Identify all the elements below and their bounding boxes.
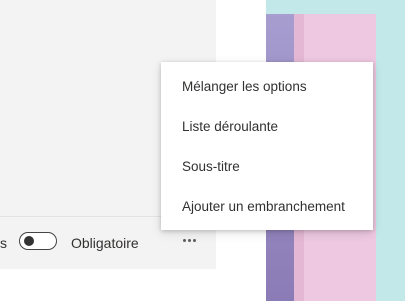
- more-options-menu: Mélanger les options Liste déroulante So…: [161, 62, 373, 230]
- ellipsis-icon: [176, 230, 202, 250]
- menu-item-dropdown-list[interactable]: Liste déroulante: [161, 107, 373, 147]
- required-toggle[interactable]: [19, 232, 57, 250]
- menu-item-add-branching[interactable]: Ajouter un embranchement: [161, 187, 373, 227]
- required-label: Obligatoire: [71, 235, 139, 251]
- more-options-button[interactable]: [176, 230, 202, 250]
- menu-item-subtitle[interactable]: Sous-titre: [161, 147, 373, 187]
- menu-item-shuffle-options[interactable]: Mélanger les options: [161, 67, 373, 107]
- previous-option-label: s: [0, 235, 7, 251]
- toggle-knob: [24, 236, 34, 246]
